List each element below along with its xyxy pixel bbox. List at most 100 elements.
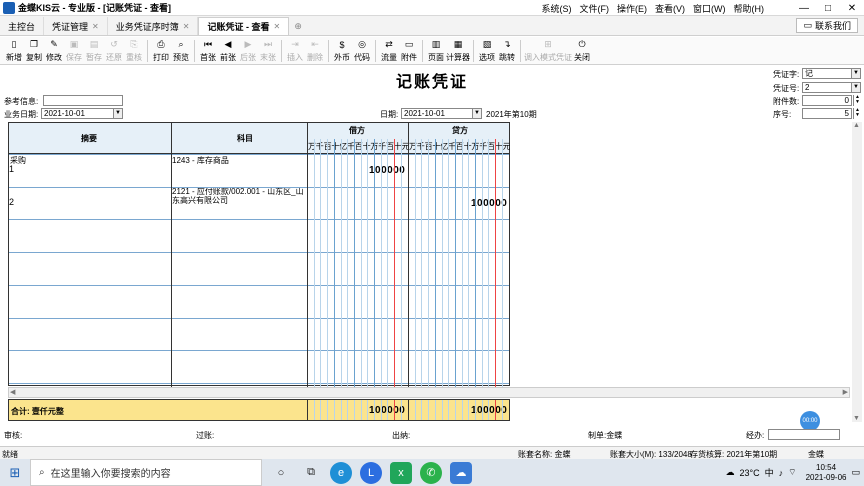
voucher-no-input[interactable]: 2 bbox=[802, 82, 852, 93]
voucher-type-label: 凭证字: bbox=[773, 70, 800, 79]
toolbar-restore-button[interactable]: ↺ 还原 bbox=[104, 38, 124, 64]
toolbar-page-button[interactable]: ▥ 页面 bbox=[426, 38, 446, 64]
ref-input[interactable] bbox=[43, 95, 123, 106]
toolbar-jump-button[interactable]: ↴ 跳转 bbox=[497, 38, 517, 64]
menu-operation[interactable]: 操作(E) bbox=[617, 2, 647, 15]
toolbar-flow-button[interactable]: ⇄ 流量 bbox=[379, 38, 399, 64]
toolbar-options-button[interactable]: ▧ 选项 bbox=[477, 38, 497, 64]
cortana-icon[interactable]: ○ bbox=[270, 462, 292, 484]
attachment-icon: ▭ bbox=[404, 39, 414, 49]
tab-voucher-management[interactable]: 凭证管理 ✕ bbox=[44, 17, 108, 35]
ime-indicator[interactable]: 中 bbox=[765, 466, 774, 479]
toolbar-attachment-button[interactable]: ▭ 附件 bbox=[399, 38, 419, 64]
maximize-button[interactable]: □ bbox=[816, 0, 840, 16]
tab-close-icon[interactable]: ✕ bbox=[92, 22, 99, 31]
kis-cloud-icon[interactable]: ☁ bbox=[450, 461, 472, 484]
post-label: 过账: bbox=[196, 431, 215, 440]
toolbar-button-label: 打印 bbox=[153, 52, 169, 62]
toolbar-delete-button[interactable]: ⇤ 删除 bbox=[305, 38, 325, 64]
toolbar-button-label: 首张 bbox=[200, 52, 216, 62]
total-digit-line bbox=[475, 400, 476, 420]
date-dropdown-icon[interactable]: ▼ bbox=[472, 108, 482, 119]
toolbar-recheck-button[interactable]: ⎘ 重核 bbox=[124, 38, 144, 64]
voucher-no-dropdown-icon[interactable]: ▼ bbox=[851, 82, 861, 93]
clock[interactable]: 10:54 2021-09-06 bbox=[806, 463, 847, 483]
entry-summary[interactable]: 采购 bbox=[10, 155, 26, 166]
tab-voucher-view[interactable]: 记账凭证 - 查看 ✕ bbox=[198, 17, 290, 35]
attachment-spin-icon[interactable]: ▲ ▼ bbox=[853, 95, 861, 106]
app-l-icon[interactable]: L bbox=[360, 461, 382, 484]
network-icon[interactable]: ⌔ bbox=[788, 467, 796, 478]
toolbar-import-template-button[interactable]: ⊞ 调入模式凭证 bbox=[524, 38, 572, 64]
total-digit-line bbox=[394, 400, 396, 420]
scroll-down-icon[interactable]: ▼ bbox=[853, 415, 860, 422]
vertical-scrollbar[interactable]: ▲ ▼ bbox=[852, 122, 862, 422]
windows-start-icon[interactable]: ⊞ bbox=[0, 459, 30, 486]
toolbar-last-button[interactable]: ⏭ 末张 bbox=[258, 38, 278, 64]
horizontal-scrollbar[interactable]: ◀ ▶ bbox=[8, 387, 850, 398]
attachment-count-input[interactable]: 0 bbox=[802, 95, 852, 106]
floating-timer-badge[interactable]: 00:00 bbox=[800, 411, 820, 431]
scroll-right-icon[interactable]: ▶ bbox=[843, 388, 848, 396]
tab-voucher-journal[interactable]: 业务凭证序时簿 ✕ bbox=[108, 17, 199, 35]
excel-icon[interactable]: x bbox=[390, 461, 412, 484]
total-digit-line bbox=[313, 400, 315, 420]
seq-spin-icon[interactable]: ▲ ▼ bbox=[853, 108, 861, 119]
toolbar-first-button[interactable]: ⏮ 首张 bbox=[198, 38, 218, 64]
digit-column-line bbox=[495, 139, 497, 387]
toolbar-preview-button[interactable]: ⌕ 预览 bbox=[171, 38, 191, 64]
toolbar-next-button[interactable]: ▶ 后张 bbox=[238, 38, 258, 64]
header-summary: 摘要 bbox=[81, 134, 97, 143]
toolbar-insert-button[interactable]: ⇥ 插入 bbox=[285, 38, 305, 64]
biz-date-input[interactable]: 2021-10-01 bbox=[41, 108, 114, 119]
scroll-up-icon[interactable]: ▲ bbox=[853, 122, 860, 129]
add-tab-icon[interactable]: ⊕ bbox=[289, 17, 307, 35]
new-icon: ▯ bbox=[11, 39, 17, 49]
toolbar-edit-button[interactable]: ✎ 修改 bbox=[44, 38, 64, 64]
toolbar-currency-button[interactable]: $ 外币 bbox=[332, 38, 352, 64]
edge-browser-icon[interactable]: e bbox=[330, 461, 352, 484]
task-view-icon[interactable]: ⧉ bbox=[300, 462, 322, 484]
total-digit-line bbox=[387, 400, 389, 420]
menu-file[interactable]: 文件(F) bbox=[580, 2, 610, 15]
total-digit-line bbox=[468, 400, 470, 420]
entry-account[interactable]: 2121 - 应付账款/002.001 - 山东区_山东高兴有限公司 bbox=[172, 187, 308, 205]
contact-us-button[interactable]: ▭ 联系我们 bbox=[796, 18, 858, 33]
toolbar-calculator-button[interactable]: ▦ 计算器 bbox=[446, 38, 470, 64]
biz-date-dropdown-icon[interactable]: ▼ bbox=[113, 108, 123, 119]
delete-icon: ⇤ bbox=[311, 39, 319, 49]
taskbar-search-box[interactable]: ⌕ 在这里输入你要搜索的内容 bbox=[30, 459, 262, 486]
close-window-button[interactable]: ✕ bbox=[840, 0, 864, 16]
toolbar-close-button[interactable]: ⏻ 关闭 bbox=[572, 38, 592, 64]
toolbar-save-button[interactable]: ▣ 保存 bbox=[64, 38, 84, 64]
tab-close-icon[interactable]: ✕ bbox=[183, 22, 190, 31]
menu-view[interactable]: 查看(V) bbox=[655, 2, 685, 15]
menu-system[interactable]: 系统(S) bbox=[542, 2, 572, 15]
toolbar-button-label: 重核 bbox=[126, 52, 142, 62]
toolbar-prev-button[interactable]: ◀ 前张 bbox=[218, 38, 238, 64]
tab-console[interactable]: 主控台 bbox=[0, 17, 45, 35]
toolbar-temp-save-button[interactable]: ▤ 暂存 bbox=[84, 38, 104, 64]
toolbar-button-label: 还原 bbox=[106, 52, 122, 62]
notification-icon[interactable]: ▭ bbox=[851, 467, 860, 478]
handler-input[interactable] bbox=[768, 429, 840, 440]
volume-icon[interactable]: ♪ bbox=[779, 468, 784, 478]
toolbar-new-button[interactable]: ▯ 新增 bbox=[4, 38, 24, 64]
wechat-icon[interactable]: ✆ bbox=[420, 461, 442, 484]
calculator-icon: ▦ bbox=[453, 39, 463, 49]
minimize-button[interactable]: — bbox=[792, 0, 816, 16]
toolbar-print-button[interactable]: ⎙ 打印 bbox=[151, 38, 171, 64]
menu-help[interactable]: 帮助(H) bbox=[734, 2, 765, 15]
toolbar-copy-button[interactable]: ❐ 复制 bbox=[24, 38, 44, 64]
scroll-left-icon[interactable]: ◀ bbox=[10, 388, 15, 396]
voucher-type-dropdown-icon[interactable]: ▼ bbox=[851, 68, 861, 79]
tab-close-icon[interactable]: ✕ bbox=[273, 22, 280, 31]
seq-input[interactable]: 5 bbox=[802, 108, 852, 119]
date-input[interactable]: 2021-10-01 bbox=[401, 108, 473, 119]
toolbar-code-button[interactable]: ◎ 代码 bbox=[352, 38, 372, 64]
entry-account[interactable]: 1243 - 库存商品 bbox=[172, 155, 229, 166]
total-digit-line bbox=[461, 400, 463, 420]
menu-window[interactable]: 窗口(W) bbox=[693, 2, 726, 15]
close-icon: ⏻ bbox=[578, 39, 586, 49]
voucher-type-select[interactable]: 记 bbox=[802, 68, 852, 79]
